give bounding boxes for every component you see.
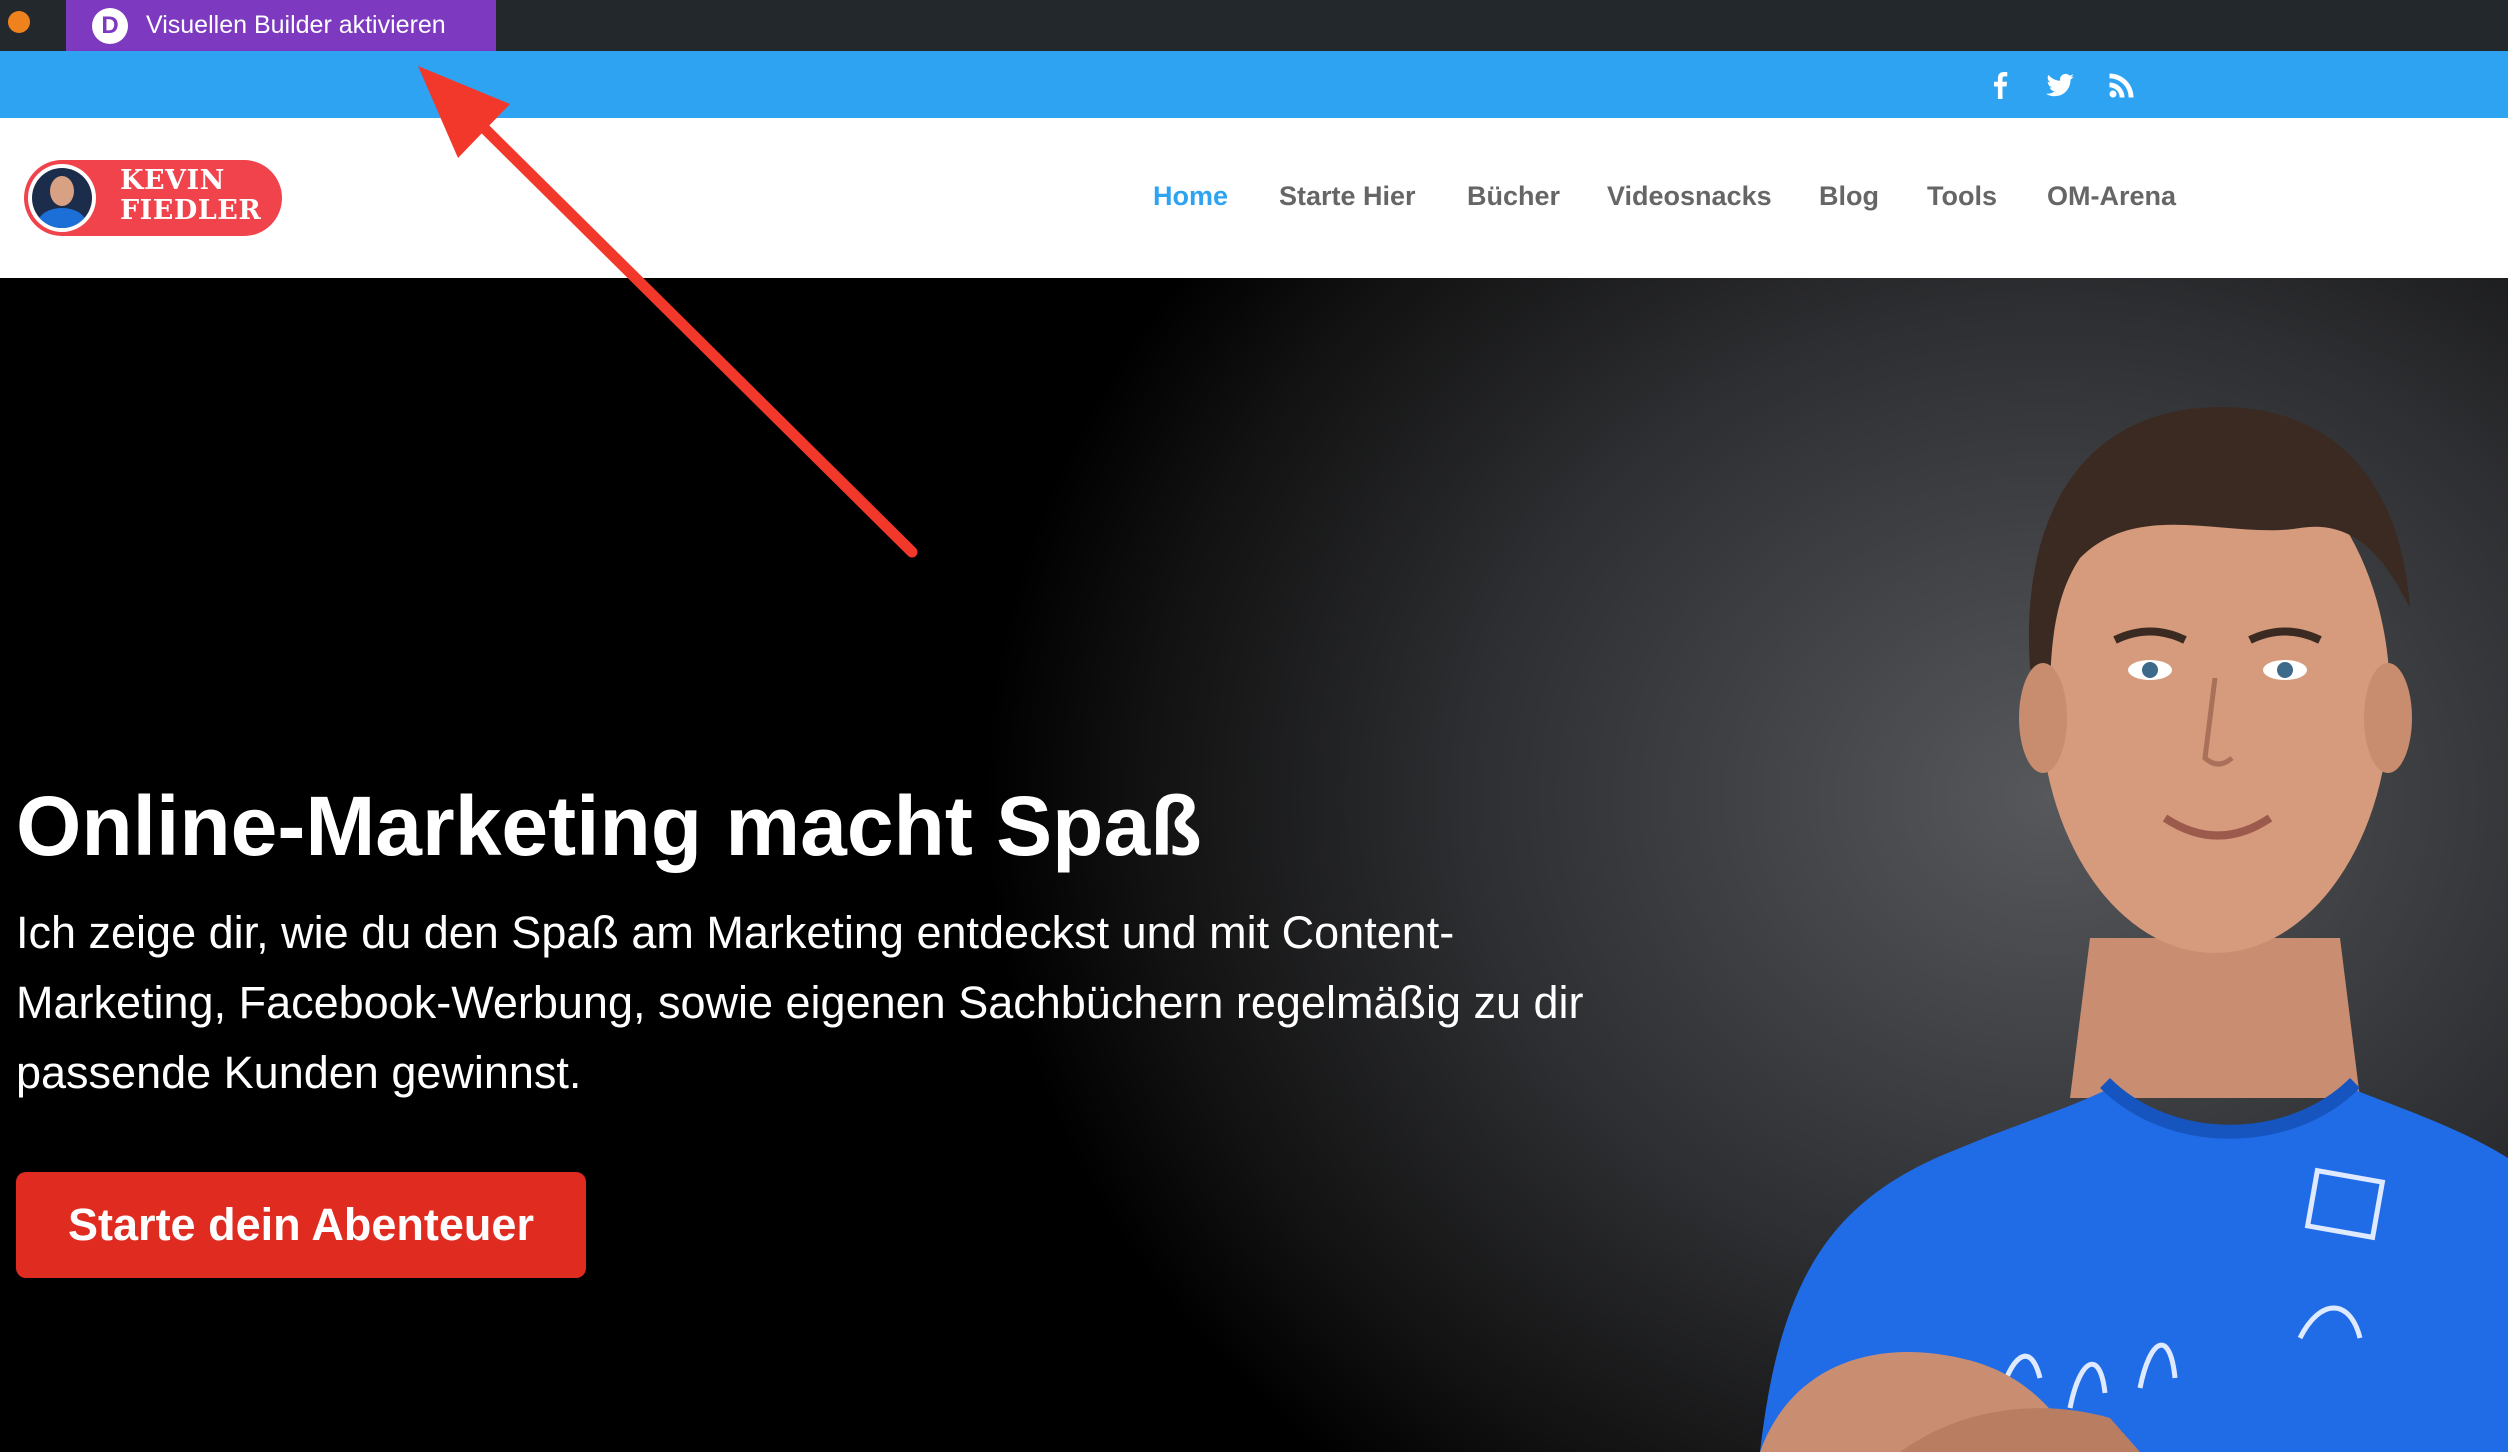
site-logo[interactable]: KEVIN FIEDLER	[24, 160, 282, 236]
nav-item-starte-hier[interactable]: Starte Hier	[1279, 181, 1416, 212]
visual-builder-label: Visuellen Builder aktivieren	[146, 11, 446, 39]
nav-item-om-arena[interactable]: OM-Arena	[2047, 181, 2176, 212]
admin-menu-dot-icon[interactable]	[8, 11, 30, 33]
top-bar	[0, 51, 2508, 118]
rss-icon[interactable]	[2102, 65, 2142, 105]
logo-line-1: KEVIN	[120, 165, 225, 196]
nav-item-buecher[interactable]: Bücher	[1467, 181, 1560, 212]
hero-description: Ich zeige dir, wie du den Spaß am Market…	[16, 907, 1584, 1098]
twitter-icon[interactable]	[2040, 65, 2080, 105]
logo-line-2: FIEDLER	[120, 195, 262, 226]
nav-item-tools[interactable]: Tools	[1927, 181, 1997, 212]
nav-item-videosnacks[interactable]: Videosnacks	[1607, 181, 1772, 212]
nav-item-home[interactable]: Home	[1153, 181, 1228, 212]
logo-avatar	[28, 164, 96, 232]
facebook-icon[interactable]	[1980, 65, 2020, 105]
admin-bar: D Visuellen Builder aktivieren	[0, 0, 2508, 51]
hero-section: Online-Marketing macht Spaß Ich zeige di…	[0, 278, 2508, 1452]
nav-item-blog[interactable]: Blog	[1819, 181, 1879, 212]
site-header: KEVIN FIEDLER Home Starte Hier Bücher Vi…	[0, 118, 2508, 278]
visual-builder-button[interactable]: D Visuellen Builder aktivieren	[66, 0, 496, 51]
divi-logo-icon: D	[92, 7, 128, 44]
start-adventure-button[interactable]: Starte dein Abenteuer	[16, 1172, 586, 1278]
logo-text: KEVIN FIEDLER	[120, 166, 261, 226]
hero-title: Online-Marketing macht Spaß	[16, 779, 1202, 873]
